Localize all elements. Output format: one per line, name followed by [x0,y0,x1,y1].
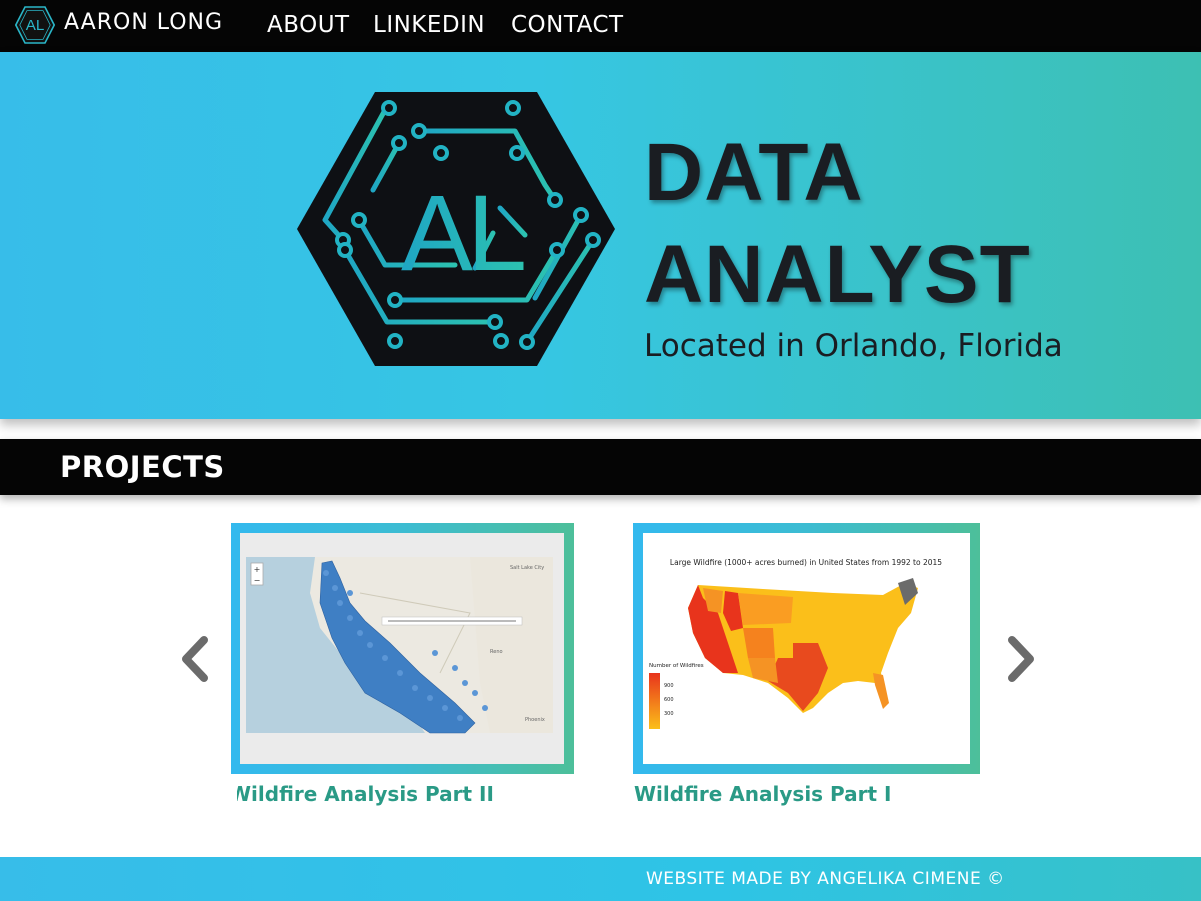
site-footer: WEBSITE MADE BY ANGELIKA CIMENE © [0,857,1201,901]
projects-header: PROJECTS [0,439,1201,495]
legend-title: Number of Wildfires [649,663,704,669]
hero-location: Located in Orlando, Florida [644,328,1063,364]
nav-about-link[interactable]: ABOUT [267,12,350,38]
nav-linkedin-link[interactable]: LINKEDIN [373,12,485,38]
top-navbar: AL AARON LONG ABOUT LINKEDIN CONTACT [0,0,1201,52]
footer-credit: WEBSITE MADE BY ANGELIKA CIMENE © [646,869,1005,889]
carousel-prev-chevron-icon[interactable] [176,634,216,684]
al-hero-logo: AL [297,92,615,366]
choropleth-title: Large Wildfire (1000+ acres burned) in U… [670,558,942,567]
nav-contact-link[interactable]: CONTACT [511,12,624,38]
project-card-wildfire-part-1[interactable]: Large Wildfire (1000+ acres burned) in U… [633,523,980,774]
svg-text:+: + [254,565,261,574]
card-label-clip: Wildfire Analysis Part II [237,775,577,815]
svg-text:300: 300 [664,711,674,717]
svg-text:600: 600 [664,697,674,703]
svg-text:−: − [254,576,261,585]
svg-text:Salt Lake City: Salt Lake City [510,565,544,571]
site-name[interactable]: AARON LONG [64,10,223,35]
project-thumbnail-choropleth[interactable]: Large Wildfire (1000+ acres burned) in U… [643,533,970,764]
projects-title: PROJECTS [60,450,225,484]
california-marker-map-image: + − Salt Lake City Phoenix Reno [240,533,564,764]
project-label-wildfire-part-2[interactable]: Wildfire Analysis Part II [237,782,494,806]
project-thumbnail-map[interactable]: + − Salt Lake City Phoenix Reno [240,533,564,764]
project-card-wildfire-part-2[interactable]: + − Salt Lake City Phoenix Reno [231,523,574,774]
us-wildfire-choropleth-image: Large Wildfire (1000+ acres burned) in U… [643,533,970,764]
carousel-next-chevron-icon[interactable] [1000,634,1040,684]
svg-text:900: 900 [664,683,674,689]
hero-title-line1: DATA [644,127,864,218]
hero-logo-text: AL [401,172,524,293]
svg-text:AL: AL [26,17,45,34]
hero-banner: AL DATA ANALYST Located in Orlando, Flor… [0,52,1201,419]
svg-text:Reno: Reno [490,649,503,655]
project-label-wildfire-part-1[interactable]: Wildfire Analysis Part I [634,782,891,806]
svg-text:Phoenix: Phoenix [525,717,545,723]
hero-title: DATA ANALYST [644,122,1031,326]
al-logo-icon[interactable]: AL [15,5,55,45]
hero-title-line2: ANALYST [644,229,1031,320]
